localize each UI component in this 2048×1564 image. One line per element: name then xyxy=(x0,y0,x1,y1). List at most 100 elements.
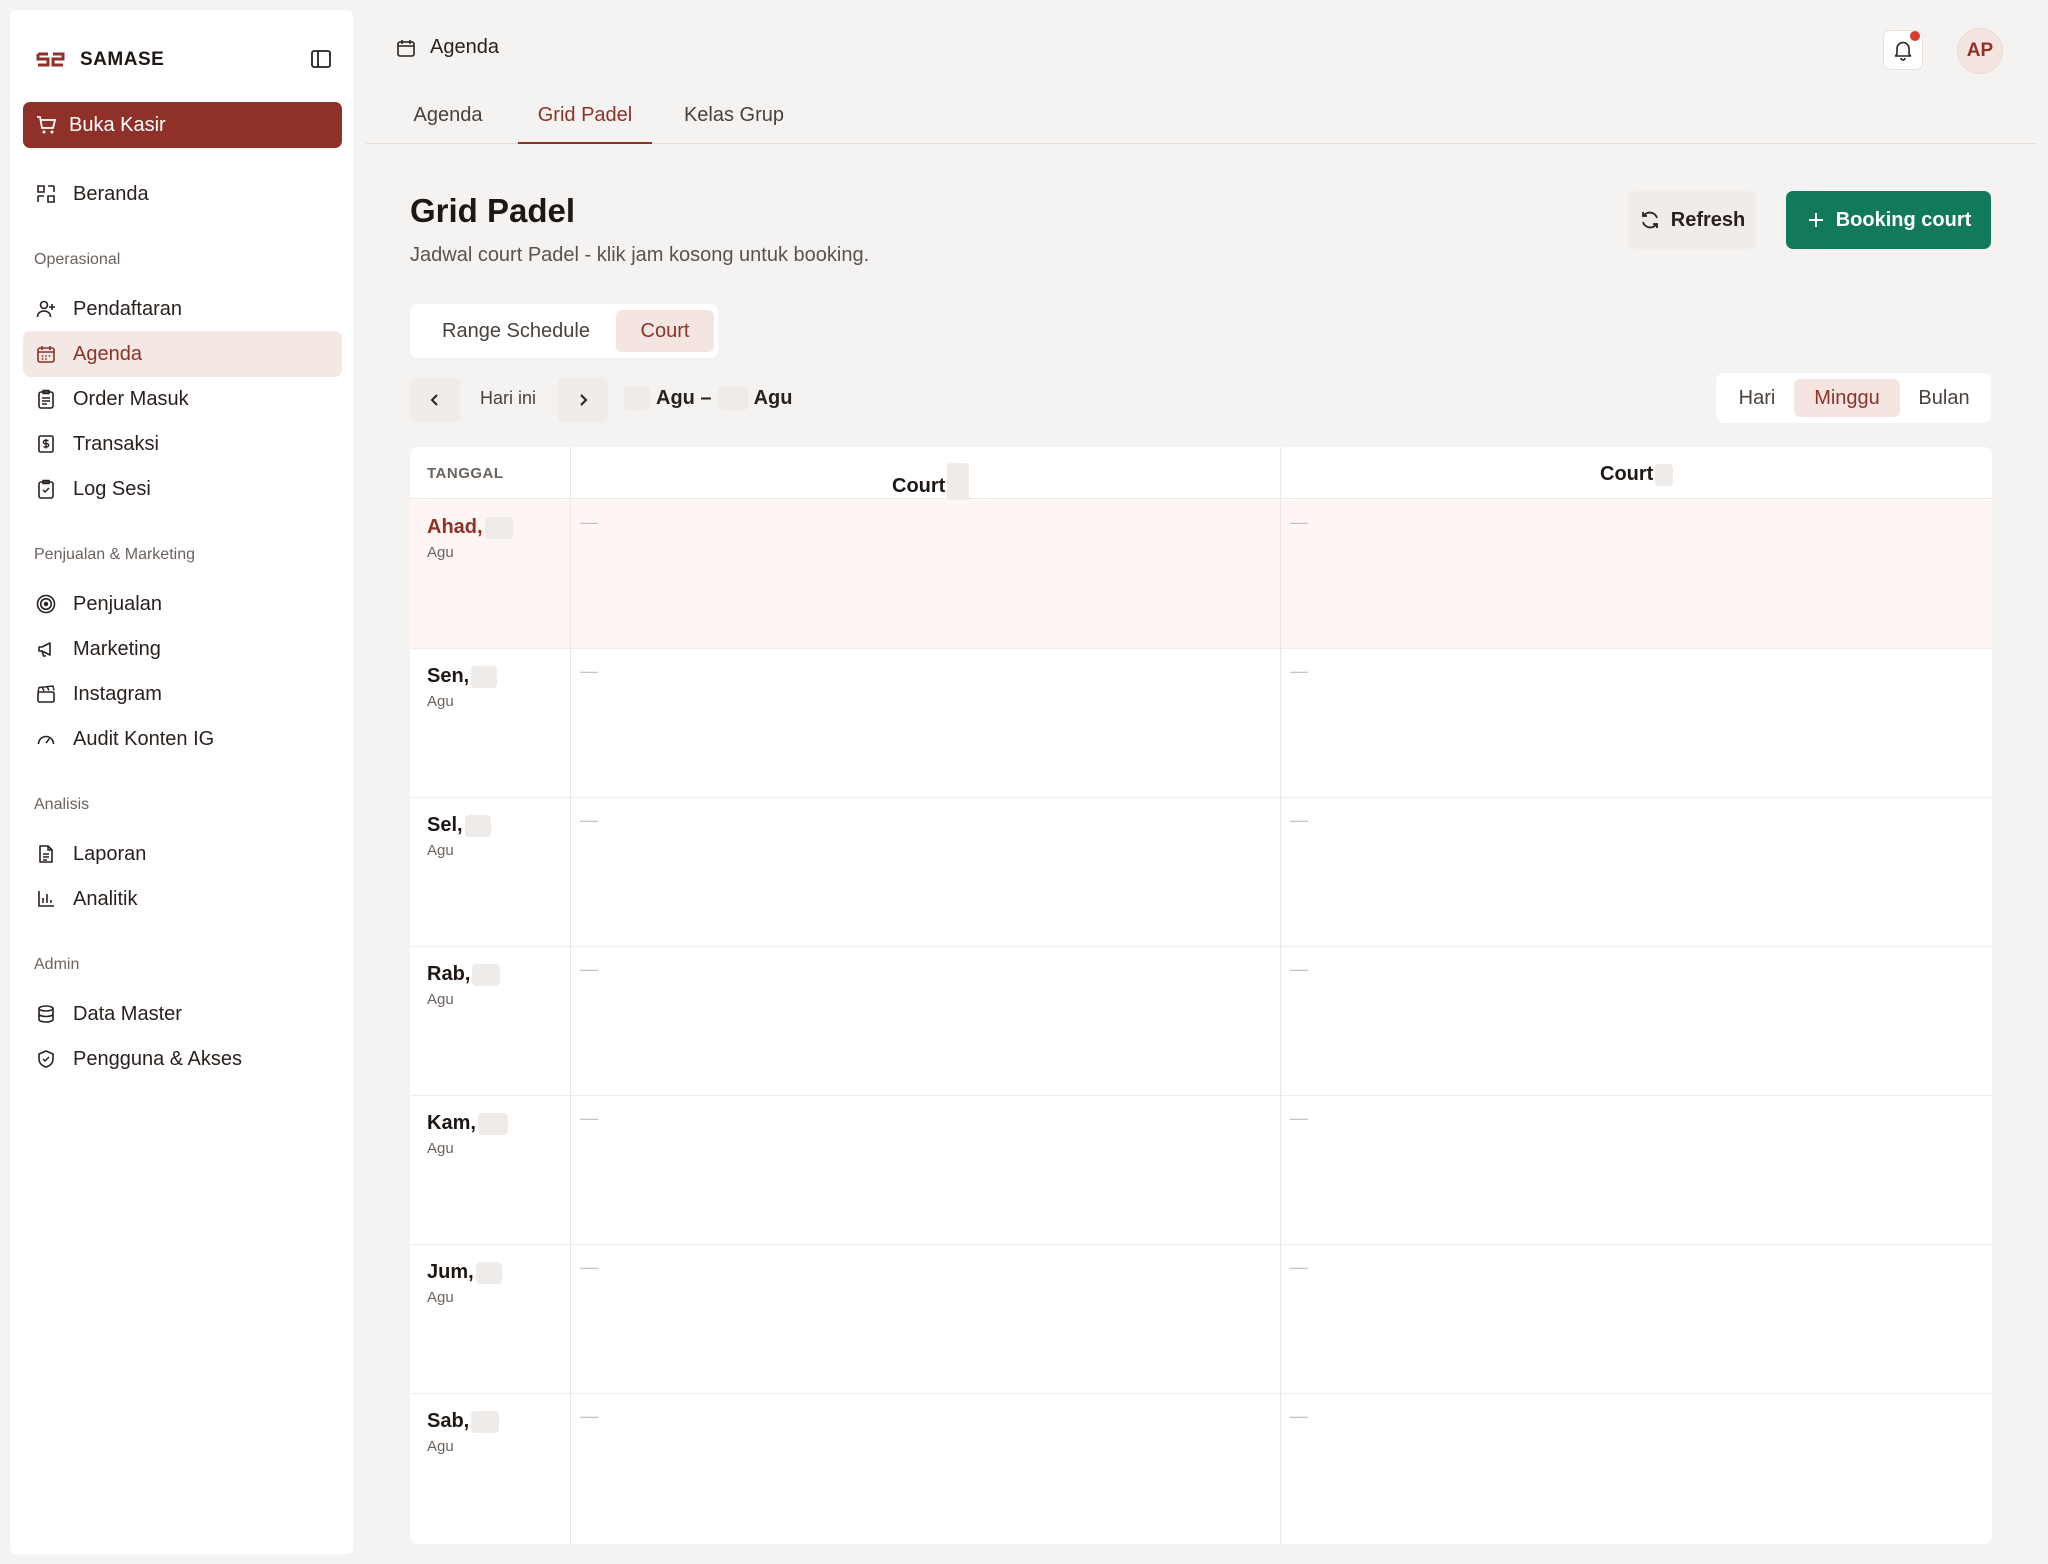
sidebar-item-agenda[interactable]: Agenda xyxy=(23,331,342,377)
grid-row: Ahad, Agu — — xyxy=(410,500,1992,649)
notification-badge xyxy=(1910,31,1920,41)
sidebar-item-label: Transaksi xyxy=(73,432,159,455)
day-label: Kam, xyxy=(427,1112,508,1135)
refresh-label: Refresh xyxy=(1670,208,1746,231)
avatar[interactable]: AP xyxy=(1957,28,2003,74)
sidebar-item-label: Pengguna & Akses xyxy=(73,1047,243,1070)
previous-week-button[interactable] xyxy=(410,377,460,423)
empty-slot-court-1[interactable]: — xyxy=(580,959,598,980)
sidebar-item-label: Laporan xyxy=(73,842,147,865)
redacted-day-number xyxy=(471,1410,500,1433)
gauge-icon xyxy=(35,728,57,750)
sidebar-item-data-master[interactable]: Data Master xyxy=(23,991,342,1037)
booking-court-button[interactable]: Booking court xyxy=(1786,191,1991,249)
sidebar-item-penjualan[interactable]: Penjualan xyxy=(23,581,342,627)
month-label: Agu xyxy=(427,544,454,561)
sidebar-item-pendaftaran[interactable]: Pendaftaran xyxy=(23,286,342,332)
empty-slot-court-2[interactable]: — xyxy=(1290,661,1308,682)
month-label: Agu xyxy=(427,1140,454,1157)
sidebar-item-label: Agenda xyxy=(73,342,142,365)
sidebar-toggle-icon[interactable] xyxy=(308,46,334,72)
sidebar-item-analitik[interactable]: Analitik xyxy=(23,876,342,922)
day-label: Rab, xyxy=(427,963,501,986)
grid-row: Sen, Agu — — xyxy=(410,649,1992,798)
empty-slot-court-2[interactable]: — xyxy=(1290,959,1308,980)
today-button[interactable]: Hari ini xyxy=(480,388,536,409)
file-text-icon xyxy=(35,843,57,865)
notifications-button[interactable] xyxy=(1883,30,1923,70)
target-icon xyxy=(35,593,57,615)
day-label: Sab, xyxy=(427,1410,500,1433)
sidebar-item-label: Marketing xyxy=(73,637,161,660)
topbar-title: Agenda xyxy=(430,36,499,58)
redacted-day-number xyxy=(477,1112,508,1135)
section-title-analisis: Analisis xyxy=(34,796,90,813)
court-grid: TANGGAL Court Court Ahad, Agu — — Sen, A… xyxy=(410,447,1992,1544)
open-cashier-button[interactable]: Buka Kasir xyxy=(23,102,342,148)
sidebar-item-label: Analitik xyxy=(73,887,138,910)
day-label: Sel, xyxy=(427,814,491,837)
empty-slot-court-1[interactable]: — xyxy=(580,810,598,831)
calendar-icon xyxy=(35,343,57,365)
redacted-day-number xyxy=(472,963,501,986)
grid-divider xyxy=(570,447,571,1544)
empty-slot-court-2[interactable]: — xyxy=(1290,1406,1308,1427)
redacted-day-number xyxy=(475,1261,502,1284)
month-label: Agu xyxy=(427,991,454,1008)
date-column-header: TANGGAL xyxy=(427,465,504,482)
grid-divider xyxy=(1280,447,1281,1544)
tab-kelas-grup[interactable]: Kelas Grup xyxy=(672,104,796,144)
chevron-right-icon xyxy=(580,394,588,406)
chevron-left-icon xyxy=(430,394,438,406)
empty-slot-court-1[interactable]: — xyxy=(580,1406,598,1427)
clapperboard-icon xyxy=(35,683,57,705)
empty-slot-court-1[interactable]: — xyxy=(580,1257,598,1278)
empty-slot-court-2[interactable]: — xyxy=(1290,810,1308,831)
empty-slot-court-2[interactable]: — xyxy=(1290,1257,1308,1278)
sidebar-item-beranda[interactable]: Beranda xyxy=(23,171,342,217)
sidebar-item-marketing[interactable]: Marketing xyxy=(23,626,342,672)
booking-court-label: Booking court xyxy=(1835,208,1972,231)
brand[interactable]: SAMASE xyxy=(36,40,164,80)
tab-grid-padel[interactable]: Grid Padel xyxy=(518,104,652,144)
clipboard-check-icon xyxy=(35,478,57,500)
next-week-button[interactable] xyxy=(558,377,608,423)
grid-header: TANGGAL Court Court xyxy=(410,447,1992,509)
sidebar-item-label: Order Masuk xyxy=(73,387,189,410)
sidebar-item-instagram[interactable]: Instagram xyxy=(23,671,342,717)
empty-slot-court-2[interactable]: — xyxy=(1290,512,1308,533)
month-label: Agu xyxy=(427,1289,454,1306)
sidebar-item-label: Log Sesi xyxy=(73,477,151,500)
sidebar-item-log-sesi[interactable]: Log Sesi xyxy=(23,466,342,512)
sidebar-item-label: Audit Konten IG xyxy=(73,727,215,750)
sidebar-item-audit-konten-ig[interactable]: Audit Konten IG xyxy=(23,716,342,762)
view-hari[interactable]: Hari xyxy=(1722,379,1792,417)
sidebar: SAMASE Buka Kasir Beranda Operasional Pe… xyxy=(10,10,353,1554)
view-bulan[interactable]: Bulan xyxy=(1902,379,1986,417)
section-title-admin: Admin xyxy=(34,956,80,973)
empty-slot-court-2[interactable]: — xyxy=(1290,1108,1308,1129)
refresh-button[interactable]: Refresh xyxy=(1628,191,1756,249)
view-minggu[interactable]: Minggu xyxy=(1794,379,1900,417)
redacted-day-number xyxy=(484,516,513,539)
empty-slot-court-1[interactable]: — xyxy=(580,512,598,533)
grid-row: Sab, Agu — — xyxy=(410,1394,1992,1543)
empty-slot-court-1[interactable]: — xyxy=(580,1108,598,1129)
tab-agenda[interactable]: Agenda xyxy=(398,104,498,144)
sidebar-item-label: Instagram xyxy=(73,682,162,705)
home-grid-icon xyxy=(35,183,57,205)
sidebar-item-order-masuk[interactable]: Order Masuk xyxy=(23,376,342,422)
bell-icon xyxy=(1894,41,1912,61)
empty-slot-court-1[interactable]: — xyxy=(580,661,598,682)
mode-court[interactable]: Court xyxy=(616,310,714,352)
topbar-breadcrumb: Agenda xyxy=(396,36,499,59)
sidebar-item-pengguna-akses[interactable]: Pengguna & Akses xyxy=(23,1036,342,1082)
sidebar-item-transaksi[interactable]: Transaksi xyxy=(23,421,342,467)
megaphone-icon xyxy=(35,638,57,660)
sidebar-item-laporan[interactable]: Laporan xyxy=(23,831,342,877)
shield-check-icon xyxy=(35,1048,57,1070)
redacted-date xyxy=(624,386,650,410)
grid-row: Jum, Agu — — xyxy=(410,1245,1992,1394)
month-label: Agu xyxy=(427,1438,454,1455)
mode-range-schedule[interactable]: Range Schedule xyxy=(416,310,616,352)
